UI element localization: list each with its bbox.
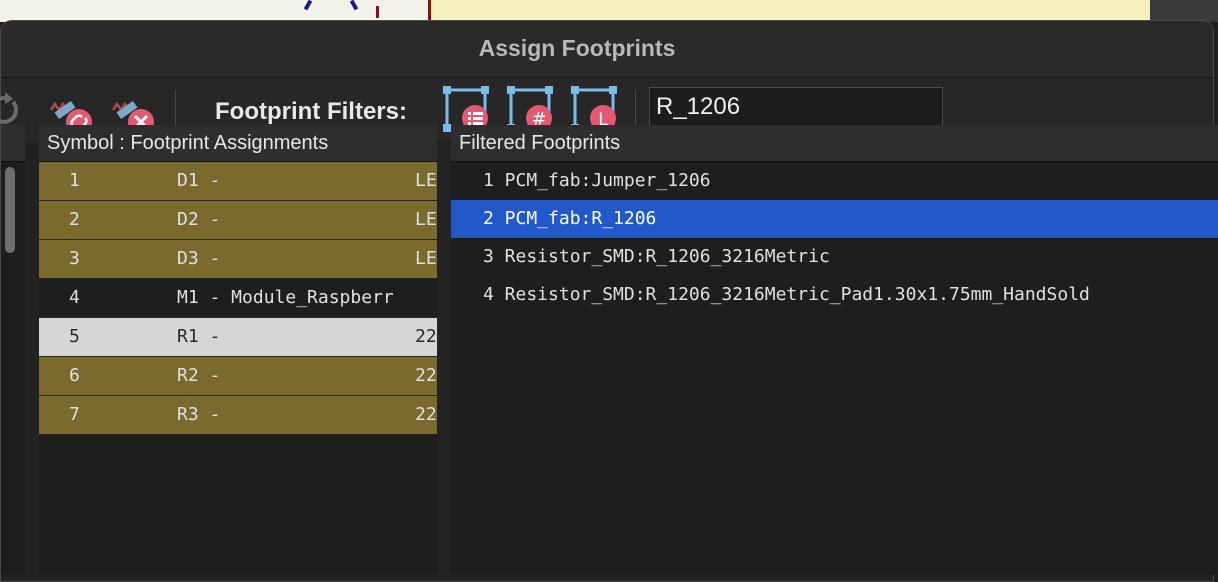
footprint-row[interactable]: 4 Resistor_SMD:R_1206_3216Metric_Pad1.30… (451, 276, 1218, 314)
assignments-header: Symbol : Footprint Assignments (39, 125, 437, 162)
row-number: 7 (69, 404, 80, 425)
footprint-row[interactable]: 2 PCM_fab:R_1206 (451, 200, 1218, 238)
assignment-row[interactable]: 1 D1 - LE (39, 162, 437, 201)
scrollbar-thumb[interactable] (5, 167, 15, 253)
footprint-filters-label: Footprint Filters: (215, 98, 407, 125)
symbol-reference: R2 - (177, 365, 221, 386)
footprint-row[interactable]: 1 PCM_fab:Jumper_1206 (451, 162, 1218, 200)
schematic-sheet-area (428, 0, 1151, 22)
dialog-titlebar[interactable]: Assign Footprints (1, 21, 1213, 78)
assignment-row[interactable]: 2 D2 - LE (39, 201, 437, 240)
assignments-panel: Symbol : Footprint Assignments 1 D1 - LE 2 D… (39, 125, 437, 575)
assignment-row[interactable]: 6 R2 - 22 (39, 357, 437, 396)
schematic-toolbar-strip (1150, 0, 1218, 22)
assignments-list: 1 D1 - LE 2 D2 - LE 3 D3 - LE 4 M1 - Module_Raspbe… (39, 162, 437, 435)
assigned-footprint: 22 (415, 365, 437, 386)
symbol-reference: R1 - (177, 326, 221, 347)
wire-segment (349, 0, 359, 11)
row-number: 1 (69, 170, 80, 191)
schematic-background (0, 0, 1218, 22)
filtered-footprints-list: 1 PCM_fab:Jumper_1206 2 PCM_fab:R_1206 3 R… (451, 162, 1218, 314)
symbol-reference: D3 - (177, 248, 221, 269)
row-number: 5 (69, 326, 80, 347)
assignment-row[interactable]: 5 R1 - 22 (39, 318, 437, 357)
libraries-panel-header (1, 125, 25, 162)
libraries-panel-edge (1, 125, 25, 575)
assignment-row[interactable]: 7 R3 - 22 (39, 396, 437, 435)
filtered-footprints-header: Filtered Footprints (451, 125, 1218, 162)
symbol-reference: D2 - (177, 209, 221, 230)
filtered-footprints-panel: Filtered Footprints 1 PCM_fab:Jumper_120… (451, 125, 1218, 575)
toolbar-separator (635, 90, 636, 130)
assigned-footprint: 22 (415, 404, 437, 425)
assign-footprints-dialog: Assign Footprints Footprint Filters: # L… (0, 20, 1218, 582)
symbol-reference: D1 - (177, 170, 221, 191)
row-number: 3 (69, 248, 80, 269)
dialog-title: Assign Footprints (478, 35, 676, 61)
filter-text-input[interactable] (649, 87, 943, 127)
toolbar-separator (175, 90, 176, 130)
footprint-row[interactable]: 3 Resistor_SMD:R_1206_3216Metric (451, 238, 1218, 276)
assigned-footprint: LE (415, 209, 437, 230)
row-number: 4 (69, 287, 80, 308)
assigned-footprint: LE (415, 248, 437, 269)
assignment-row[interactable]: 3 D3 - LE (39, 240, 437, 279)
row-number: 2 (69, 209, 80, 230)
assignment-row[interactable]: 4 M1 - Module_Raspberr (39, 279, 437, 318)
symbol-reference: M1 - Module_Raspberr (177, 287, 394, 308)
symbol-reference: R3 - (177, 404, 221, 425)
wire-segment (376, 6, 379, 18)
assigned-footprint: 22 (415, 326, 437, 347)
assigned-footprint: LE (415, 170, 437, 191)
row-number: 6 (69, 365, 80, 386)
wire-segment (303, 0, 313, 11)
